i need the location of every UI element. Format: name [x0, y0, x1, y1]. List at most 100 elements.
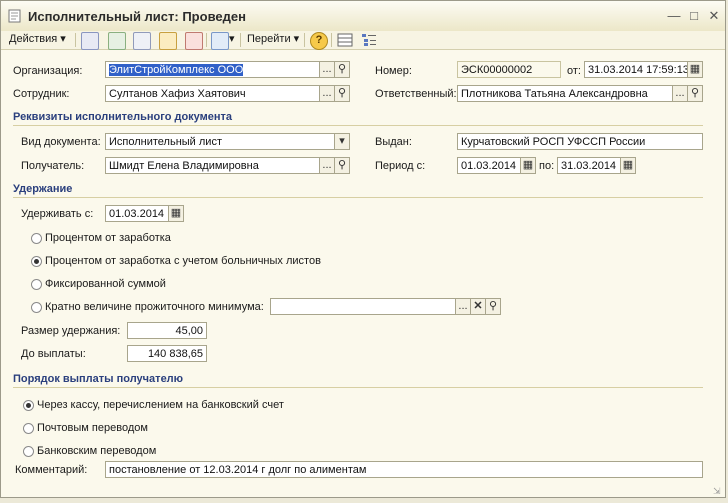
organization-select-button[interactable]: ... [319, 61, 335, 78]
period-to-value: 31.03.2014 [561, 160, 617, 172]
remaining-label: До выплаты: [21, 348, 86, 360]
title-bar: Исполнительный лист: Проведен — □ ✕ [1, 1, 725, 32]
deduction-start-label: Удерживать с: [21, 208, 94, 220]
deduction-option-label: Процентом от заработка с учетом больничн… [45, 255, 321, 267]
employee-value: Султанов Хафиз Хаятович [109, 88, 246, 100]
goto-menu[interactable]: Перейти ▾ [247, 32, 299, 47]
subsistence-select-button[interactable]: ... [455, 298, 471, 315]
responsible-value: Плотникова Татьяна Александровна [461, 88, 648, 100]
maximize-icon[interactable]: □ [687, 9, 701, 23]
date-label: от: [567, 65, 581, 77]
goto-menu-label: Перейти [247, 33, 291, 45]
period-from-label: Период с: [375, 160, 426, 172]
minimize-icon[interactable]: — [667, 9, 681, 23]
section-divider [13, 125, 703, 126]
calendar-icon[interactable]: ▦ [520, 157, 536, 174]
remaining-value: 140 838,65 [147, 348, 203, 360]
recipient-select-button[interactable]: ... [319, 157, 335, 174]
calendar-icon[interactable]: ▦ [620, 157, 636, 174]
list-icon[interactable] [81, 32, 99, 50]
comment-field[interactable]: постановление от 12.03.2014 г долг по ал… [105, 461, 703, 478]
payment-option-label: Почтовым переводом [37, 422, 148, 434]
doc-type-value: Исполнительный лист [109, 136, 222, 148]
toolbar-separator [304, 33, 305, 47]
copy-icon[interactable] [133, 32, 151, 50]
search-icon[interactable]: ⚲ [334, 85, 350, 102]
document-icon [8, 9, 21, 23]
doc-type-field[interactable]: Исполнительный лист [105, 133, 335, 150]
payment-option-radio[interactable] [23, 400, 34, 411]
search-icon[interactable]: ⚲ [485, 298, 501, 315]
deduction-start-value: 01.03.2014 [109, 208, 165, 220]
recipient-field[interactable]: Шмидт Елена Владимировна [105, 157, 321, 174]
doc-section-title: Реквизиты исполнительного документа [13, 111, 233, 123]
payment-option-radio[interactable] [23, 423, 34, 434]
number-field[interactable]: ЭСК00000002 [457, 61, 561, 78]
calendar-icon[interactable]: ▦ [687, 61, 703, 78]
deduction-amount-label: Размер удержания: [21, 325, 121, 337]
date-field[interactable]: 31.03.2014 17:59:13 [584, 61, 689, 78]
period-from-value: 01.03.2014 [461, 160, 517, 172]
deduction-option-radio[interactable] [31, 256, 42, 267]
recipient-value: Шмидт Елена Владимировна [109, 160, 259, 172]
period-from-field[interactable]: 01.03.2014 [457, 157, 521, 174]
organization-field[interactable]: ЭлитСтройКомплекс ООО [105, 61, 321, 78]
employee-field[interactable]: Султанов Хафиз Хаятович [105, 85, 321, 102]
calendar-icon[interactable]: ▦ [168, 205, 184, 222]
chevron-down-icon: ▾ [60, 33, 66, 45]
subsistence-minimum-field[interactable] [270, 298, 456, 315]
resize-grip-icon[interactable]: ⇲ [713, 486, 723, 496]
chevron-down-icon: ▾ [293, 33, 300, 45]
recipient-label: Получатель: [21, 160, 85, 172]
employee-select-button[interactable]: ... [319, 85, 335, 102]
deduction-option-radio[interactable] [31, 279, 42, 290]
help-icon[interactable]: ? [310, 32, 328, 50]
search-icon[interactable]: ⚲ [687, 85, 703, 102]
deduction-section-title: Удержание [13, 183, 73, 195]
issued-field[interactable]: Курчатовский РОСП УФССП России [457, 133, 703, 150]
move-dropdown-icon[interactable]: ▾ [229, 32, 235, 47]
post-icon[interactable] [159, 32, 177, 50]
organization-label: Организация: [13, 65, 83, 77]
payment-option-label: Через кассу, перечислением на банковский… [37, 399, 284, 411]
search-icon[interactable]: ⚲ [334, 61, 350, 78]
deduction-option-label: Фиксированной суммой [45, 278, 166, 290]
deduction-start-field[interactable]: 01.03.2014 [105, 205, 169, 222]
actions-menu-label: Действия [9, 33, 58, 45]
structure-icon[interactable] [361, 33, 377, 47]
responsible-field[interactable]: Плотникова Татьяна Александровна [457, 85, 674, 102]
doc-type-label: Вид документа: [21, 136, 101, 148]
unpost-icon[interactable] [185, 32, 203, 50]
move-icon[interactable] [211, 32, 229, 50]
section-divider [13, 387, 703, 388]
deduction-option-label: Кратно величине прожиточного минимума: [45, 301, 264, 313]
clear-icon[interactable]: ✕ [470, 298, 486, 315]
responsible-select-button[interactable]: ... [672, 85, 688, 102]
deduction-amount-value: 45,00 [175, 325, 203, 337]
toolbar-separator [240, 33, 241, 47]
deduction-amount-field[interactable]: 45,00 [127, 322, 207, 339]
date-value: 31.03.2014 17:59:13 [588, 64, 689, 76]
issued-value: Курчатовский РОСП УФССП России [461, 136, 646, 148]
payment-option-label: Банковским переводом [37, 445, 157, 457]
table-icon[interactable] [337, 33, 353, 47]
payment-section-title: Порядок выплаты получателю [13, 373, 184, 385]
toolbar-separator [75, 33, 76, 47]
window-title: Исполнительный лист: Проведен [28, 9, 246, 24]
number-label: Номер: [375, 65, 412, 77]
toolbar-separator [206, 33, 207, 47]
comment-label: Комментарий: [15, 464, 88, 476]
deduction-option-radio[interactable] [31, 233, 42, 244]
comment-value: постановление от 12.03.2014 г долг по ал… [109, 464, 367, 476]
toolbar: Действия ▾ ▾ Перейти ▾ ? [1, 31, 725, 50]
period-to-field[interactable]: 31.03.2014 [557, 157, 621, 174]
remaining-field[interactable]: 140 838,65 [127, 345, 207, 362]
background-strip [0, 498, 728, 503]
close-icon[interactable]: ✕ [707, 9, 721, 23]
deduction-option-radio[interactable] [31, 302, 42, 313]
actions-menu[interactable]: Действия ▾ [9, 32, 66, 47]
refresh-icon[interactable] [108, 32, 126, 50]
chevron-down-icon[interactable]: ▾ [334, 133, 350, 150]
search-icon[interactable]: ⚲ [334, 157, 350, 174]
payment-option-radio[interactable] [23, 446, 34, 457]
